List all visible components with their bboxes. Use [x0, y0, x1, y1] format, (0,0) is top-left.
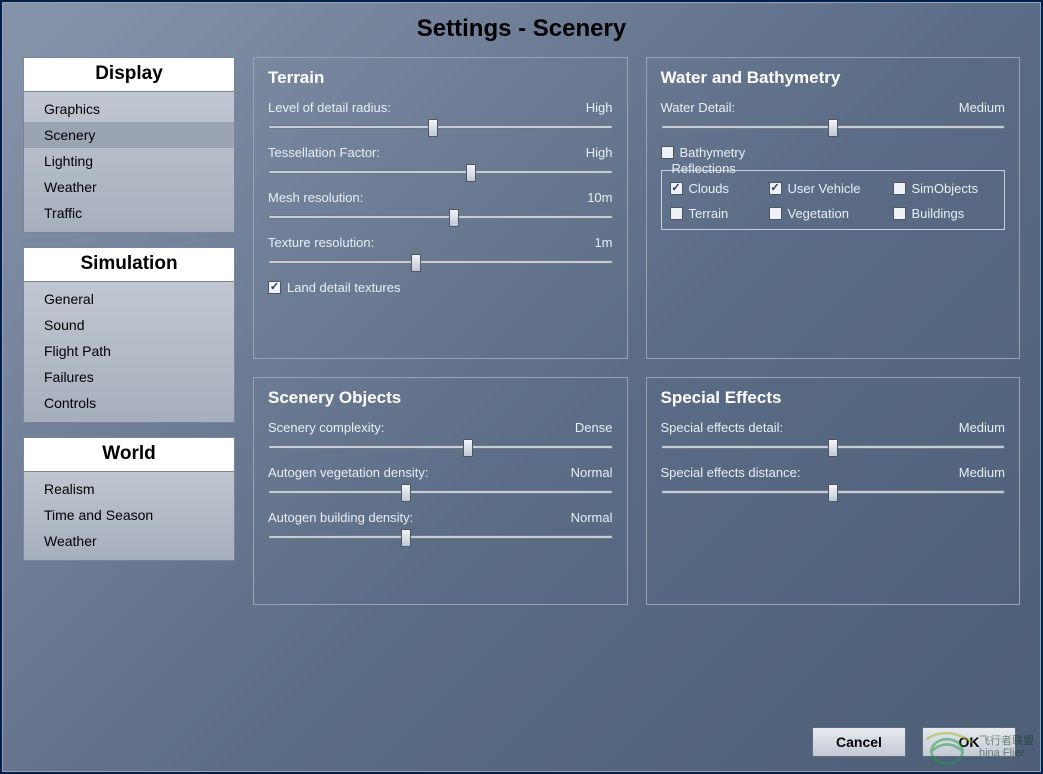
- slider-scenery-complexity[interactable]: [268, 437, 613, 457]
- label-tessellation: Tessellation Factor:: [268, 145, 380, 160]
- panel-title-scenery-objects: Scenery Objects: [268, 388, 613, 408]
- checkbox-user-vehicle[interactable]: ✓User Vehicle: [769, 181, 889, 196]
- footer: Cancel OK: [253, 719, 1020, 757]
- checkbox-simobjects[interactable]: SimObjects: [893, 181, 993, 196]
- sidebar-item-weather-display[interactable]: Weather: [24, 174, 234, 200]
- setting-tex-res: Texture resolution: 1m: [268, 235, 613, 272]
- setting-water-detail: Water Detail: Medium: [661, 100, 1006, 137]
- page-title: Settings - Scenery: [3, 3, 1040, 57]
- slider-fx-distance[interactable]: [661, 482, 1006, 502]
- panel-terrain: Terrain Level of detail radius: High Tes…: [253, 57, 628, 359]
- slider-tex-res[interactable]: [268, 252, 613, 272]
- label-water-detail: Water Detail:: [661, 100, 736, 115]
- setting-mesh-res: Mesh resolution: 10m: [268, 190, 613, 227]
- panel-title-effects: Special Effects: [661, 388, 1006, 408]
- value-autogen-veg: Normal: [571, 465, 613, 480]
- slider-autogen-veg[interactable]: [268, 482, 613, 502]
- sidebar-item-realism[interactable]: Realism: [24, 476, 234, 502]
- sidebar-header-display: Display: [24, 58, 234, 92]
- checkbox-land-detail[interactable]: ✓ Land detail textures: [268, 280, 613, 295]
- checkbox-clouds[interactable]: ✓Clouds: [670, 181, 765, 196]
- value-tessellation: High: [586, 145, 613, 160]
- sidebar-header-simulation: Simulation: [24, 248, 234, 282]
- slider-autogen-bld[interactable]: [268, 527, 613, 547]
- checkbox-buildings[interactable]: Buildings: [893, 206, 993, 221]
- checkbox-icon: [661, 146, 674, 159]
- label-autogen-veg: Autogen vegetation density:: [268, 465, 428, 480]
- panel-scenery-objects: Scenery Objects Scenery complexity: Dens…: [253, 377, 628, 605]
- slider-mesh-res[interactable]: [268, 207, 613, 227]
- label-lod-radius: Level of detail radius:: [268, 100, 391, 115]
- panel-title-terrain: Terrain: [268, 68, 613, 88]
- content-body: Display Graphics Scenery Lighting Weathe…: [3, 57, 1040, 771]
- sidebar-item-weather-world[interactable]: Weather: [24, 528, 234, 554]
- value-fx-distance: Medium: [959, 465, 1005, 480]
- sidebar-item-time-season[interactable]: Time and Season: [24, 502, 234, 528]
- label-fx-distance: Special effects distance:: [661, 465, 801, 480]
- value-mesh-res: 10m: [587, 190, 612, 205]
- sidebar-header-world: World: [24, 438, 234, 472]
- sidebar-item-scenery[interactable]: Scenery: [24, 122, 234, 148]
- slider-tessellation[interactable]: [268, 162, 613, 182]
- value-water-detail: Medium: [959, 100, 1005, 115]
- checkbox-bathymetry[interactable]: Bathymetry: [661, 145, 1006, 160]
- slider-lod-radius[interactable]: [268, 117, 613, 137]
- sidebar-section-display: Display Graphics Scenery Lighting Weathe…: [23, 57, 235, 233]
- checkbox-vegetation[interactable]: Vegetation: [769, 206, 889, 221]
- panel-water: Water and Bathymetry Water Detail: Mediu…: [646, 57, 1021, 359]
- sidebar-item-lighting[interactable]: Lighting: [24, 148, 234, 174]
- panel-title-water: Water and Bathymetry: [661, 68, 1006, 88]
- cancel-button[interactable]: Cancel: [812, 727, 906, 757]
- checkbox-icon: [769, 207, 782, 220]
- sidebar-item-flight-path[interactable]: Flight Path: [24, 338, 234, 364]
- value-scenery-complexity: Dense: [575, 420, 613, 435]
- checkbox-icon: [893, 182, 906, 195]
- setting-scenery-complexity: Scenery complexity: Dense: [268, 420, 613, 457]
- sidebar-item-controls[interactable]: Controls: [24, 390, 234, 416]
- sidebar-section-world: World Realism Time and Season Weather: [23, 437, 235, 561]
- sidebar-item-general[interactable]: General: [24, 286, 234, 312]
- panel-effects: Special Effects Special effects detail: …: [646, 377, 1021, 605]
- ok-button[interactable]: OK: [922, 727, 1016, 757]
- setting-autogen-veg: Autogen vegetation density: Normal: [268, 465, 613, 502]
- check-icon: ✓: [268, 281, 281, 294]
- setting-lod-radius: Level of detail radius: High: [268, 100, 613, 137]
- value-lod-radius: High: [586, 100, 613, 115]
- sidebar-item-traffic[interactable]: Traffic: [24, 200, 234, 226]
- check-icon: ✓: [769, 182, 782, 195]
- label-autogen-bld: Autogen building density:: [268, 510, 413, 525]
- slider-fx-detail[interactable]: [661, 437, 1006, 457]
- label-tex-res: Texture resolution:: [268, 235, 374, 250]
- sidebar-item-failures[interactable]: Failures: [24, 364, 234, 390]
- sidebar: Display Graphics Scenery Lighting Weathe…: [23, 57, 235, 757]
- main-area: Terrain Level of detail radius: High Tes…: [253, 57, 1020, 757]
- checkbox-terrain[interactable]: Terrain: [670, 206, 765, 221]
- legend-reflections: Reflections: [668, 161, 740, 176]
- label-mesh-res: Mesh resolution:: [268, 190, 363, 205]
- fieldset-reflections: Reflections ✓Clouds ✓User Vehicle SimObj…: [661, 170, 1006, 230]
- label-bathymetry: Bathymetry: [680, 145, 746, 160]
- label-scenery-complexity: Scenery complexity:: [268, 420, 384, 435]
- label-land-detail: Land detail textures: [287, 280, 400, 295]
- sidebar-item-sound[interactable]: Sound: [24, 312, 234, 338]
- setting-fx-distance: Special effects distance: Medium: [661, 465, 1006, 502]
- slider-water-detail[interactable]: [661, 117, 1006, 137]
- checkbox-icon: [670, 207, 683, 220]
- settings-window: Settings - Scenery Display Graphics Scen…: [2, 2, 1041, 772]
- setting-autogen-bld: Autogen building density: Normal: [268, 510, 613, 547]
- sidebar-item-graphics[interactable]: Graphics: [24, 96, 234, 122]
- setting-tessellation: Tessellation Factor: High: [268, 145, 613, 182]
- sidebar-section-simulation: Simulation General Sound Flight Path Fai…: [23, 247, 235, 423]
- value-autogen-bld: Normal: [571, 510, 613, 525]
- check-icon: ✓: [670, 182, 683, 195]
- value-fx-detail: Medium: [959, 420, 1005, 435]
- value-tex-res: 1m: [594, 235, 612, 250]
- checkbox-icon: [893, 207, 906, 220]
- setting-fx-detail: Special effects detail: Medium: [661, 420, 1006, 457]
- label-fx-detail: Special effects detail:: [661, 420, 784, 435]
